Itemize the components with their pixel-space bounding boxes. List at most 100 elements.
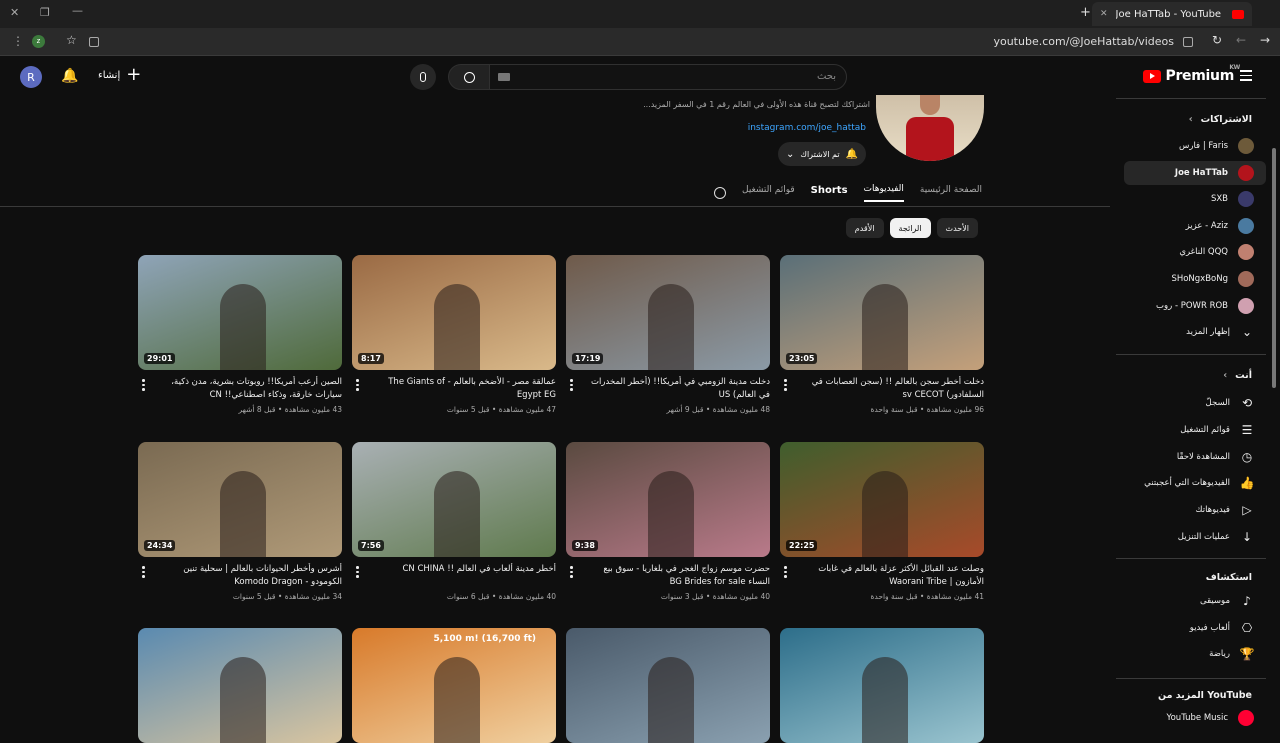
sidebar-item-watch-later[interactable]: المشاهدة لاحقًا ◷ — [1124, 445, 1266, 469]
video-thumbnail[interactable]: 8:17 — [352, 255, 556, 370]
tab-home[interactable]: الصفحة الرئيسية — [920, 185, 982, 201]
sidebar-item-music[interactable]: موسيقى ♪ — [1124, 589, 1266, 613]
video-thumbnail[interactable] — [138, 628, 342, 743]
sidebar-divider — [1116, 354, 1266, 355]
video-card[interactable]: 17:19 دخلت مدينة الزومبي في أمريكا!! (أخط… — [566, 255, 770, 414]
more-actions-icon[interactable] — [356, 379, 360, 393]
more-actions-icon[interactable] — [784, 566, 788, 580]
chip-popular[interactable]: الرائجة — [889, 218, 931, 238]
sidebar-item-subscription[interactable]: فارس | Faris — [1124, 134, 1266, 158]
browser-tab[interactable]: ✕ Joe HaTTab - YouTube — [1092, 2, 1252, 26]
close-window-icon[interactable]: ✕ — [10, 6, 19, 19]
channel-search-icon[interactable] — [714, 187, 726, 199]
sidebar-item-subscription[interactable]: Joe HaTTab — [1124, 160, 1266, 185]
sidebar-item-your-videos[interactable]: فيديوهاتك ▷ — [1124, 498, 1266, 522]
more-actions-icon[interactable] — [142, 566, 146, 580]
video-card[interactable] — [566, 628, 770, 743]
trophy-icon: 🏆 — [1239, 647, 1255, 661]
video-title[interactable]: عمالقة مصر - الأضخم بالعالم - The Giants… — [352, 376, 556, 402]
video-title[interactable]: دخلت مدينة الزومبي في أمريكا!! (أخطر الم… — [566, 376, 770, 402]
sidebar-item-gaming[interactable]: ألعاب فيديو ⎔ — [1124, 616, 1266, 640]
more-actions-icon[interactable] — [784, 379, 788, 393]
video-thumbnail[interactable]: 23:05 — [780, 255, 984, 370]
more-actions-icon[interactable] — [356, 566, 360, 580]
video-title[interactable]: وصلت عند القبائل الأكثر عزلة بالعالم في … — [780, 563, 984, 589]
tab-search-icon[interactable] — [89, 37, 99, 47]
video-thumbnail[interactable]: 7:56 — [352, 442, 556, 557]
sidebar-item-subscription[interactable]: روب - POWR ROB — [1124, 294, 1266, 318]
voice-search-button[interactable] — [410, 64, 436, 90]
video-title[interactable]: الصين أرعب أمريكا!! روبوتات بشرية، مدن ذ… — [138, 376, 342, 402]
reload-icon[interactable]: ↻ — [1212, 33, 1222, 47]
video-thumbnail[interactable]: 24:34 — [138, 442, 342, 557]
sidebar-item-subscription[interactable]: عزيز - Aziz — [1124, 214, 1266, 238]
video-card[interactable]: 7:56 أخطر مدينة ألعاب في العالم !! CN CHI… — [352, 442, 556, 601]
tab-shorts[interactable]: Shorts — [811, 185, 848, 202]
video-thumbnail[interactable]: 29:01 — [138, 255, 342, 370]
video-card[interactable] — [138, 628, 342, 743]
show-more-button[interactable]: إظهار المزيد ⌄ — [1124, 320, 1266, 344]
more-actions-icon[interactable] — [570, 566, 574, 580]
sidebar-item-playlists[interactable]: قوائم التشغيل ☰ — [1124, 418, 1266, 442]
site-settings-icon[interactable] — [1183, 37, 1193, 47]
minimize-window-icon[interactable]: — — [72, 4, 83, 17]
guide-menu-icon[interactable] — [1240, 70, 1252, 84]
video-thumbnail[interactable] — [780, 628, 984, 743]
sidebar-item-subscription[interactable]: SHoNgxBoNg — [1124, 267, 1266, 291]
new-tab-icon[interactable]: + — [1080, 5, 1091, 20]
channel-avatar[interactable] — [876, 95, 984, 161]
sidebar-item-trophy[interactable]: رياضة 🏆 — [1124, 642, 1266, 666]
video-title[interactable]: أشرس وأخطر الحيوانات بالعالم | سحلية تني… — [138, 563, 342, 589]
video-card[interactable]: 24:34 أشرس وأخطر الحيوانات بالعالم | سحلي… — [138, 442, 342, 601]
video-card[interactable]: 9:38 حضرت موسم زواج الغجر في بلغاريا - سو… — [566, 442, 770, 601]
tab-videos[interactable]: الفيديوهات — [863, 184, 904, 202]
more-actions-icon[interactable] — [570, 379, 574, 393]
subscriptions-header[interactable]: ‹ الاشتراكات — [1189, 114, 1252, 125]
sidebar-item-subscription[interactable]: الناغري QQQ — [1124, 240, 1266, 264]
video-card[interactable]: 23:05 دخلت أخطر سجن بالعالم !! (سجن العصا… — [780, 255, 984, 414]
url-text[interactable]: youtube.com/@JoeHattab/videos — [993, 35, 1174, 48]
sidebar-item-download[interactable]: عمليات التنزيل ↓ — [1124, 525, 1266, 549]
more-actions-icon[interactable] — [142, 379, 146, 393]
video-title[interactable]: أخطر مدينة ألعاب في العالم !! CN CHINA — [352, 563, 556, 589]
video-title[interactable]: حضرت موسم زواج الغجر في بلغاريا - سوق بي… — [566, 563, 770, 589]
video-thumbnail[interactable]: 17:19 — [566, 255, 770, 370]
keyboard-icon[interactable] — [498, 73, 510, 81]
sidebar-item-like[interactable]: الفيديوهات التي أعجبتني 👍 — [1124, 471, 1266, 495]
close-tab-icon[interactable]: ✕ — [1100, 9, 1108, 19]
video-title[interactable]: دخلت أخطر سجن بالعالم !! (سجن العصابات ف… — [780, 376, 984, 402]
channel-description[interactable]: اشتراكك لتصبح قناة هذه الأولى في العالم … — [570, 100, 870, 109]
sidebar-item-youtube-music[interactable]: YouTube Music — [1124, 706, 1266, 730]
you-header[interactable]: ‹ أنت — [1223, 370, 1252, 381]
account-avatar[interactable]: R — [20, 66, 42, 88]
video-card[interactable]: 5,100 m! (16,700 ft) — [352, 628, 556, 743]
video-card[interactable]: 29:01 الصين أرعب أمريكا!! روبوتات بشرية، … — [138, 255, 342, 414]
video-card[interactable]: 22:25 وصلت عند القبائل الأكثر عزلة بالعال… — [780, 442, 984, 601]
video-thumbnail[interactable]: 9:38 — [566, 442, 770, 557]
youtube-premium-logo[interactable]: Premium KW — [1143, 64, 1240, 84]
restore-window-icon[interactable]: ❐ — [40, 6, 50, 19]
subscribed-button[interactable]: ⌄ تم الاشتراك 🔔 — [778, 142, 866, 166]
video-card[interactable]: 8:17 عمالقة مصر - الأضخم بالعالم - The Gi… — [352, 255, 556, 414]
tab-playlists[interactable]: قوائم التشغيل — [742, 185, 795, 201]
like-icon: 👍 — [1239, 476, 1255, 491]
sidebar-item-history[interactable]: السجلّ ⟲ — [1124, 391, 1266, 415]
search-button[interactable] — [448, 64, 490, 90]
forward-icon[interactable]: ← — [1236, 33, 1246, 47]
browser-menu-icon[interactable]: ⋮ — [12, 34, 24, 48]
notifications-bell-icon[interactable]: 🔔 — [61, 68, 78, 84]
profile-icon[interactable]: z — [32, 35, 45, 48]
search-input[interactable]: بحث — [489, 64, 847, 90]
page-scrollbar[interactable] — [1272, 66, 1278, 720]
chip-latest[interactable]: الأحدث — [936, 218, 978, 238]
channel-link[interactable]: instagram.com/joe_hattab — [748, 123, 866, 133]
video-card[interactable] — [780, 628, 984, 743]
create-button[interactable]: إنشاء + — [98, 66, 141, 84]
video-thumbnail[interactable]: 22:25 — [780, 442, 984, 557]
bookmark-star-icon[interactable]: ☆ — [66, 33, 77, 47]
sidebar-item-subscription[interactable]: SXB — [1124, 187, 1266, 211]
video-thumbnail[interactable]: 5,100 m! (16,700 ft) — [352, 628, 556, 743]
chip-oldest[interactable]: الأقدم — [845, 218, 884, 238]
back-icon[interactable]: → — [1260, 33, 1270, 47]
video-thumbnail[interactable] — [566, 628, 770, 743]
